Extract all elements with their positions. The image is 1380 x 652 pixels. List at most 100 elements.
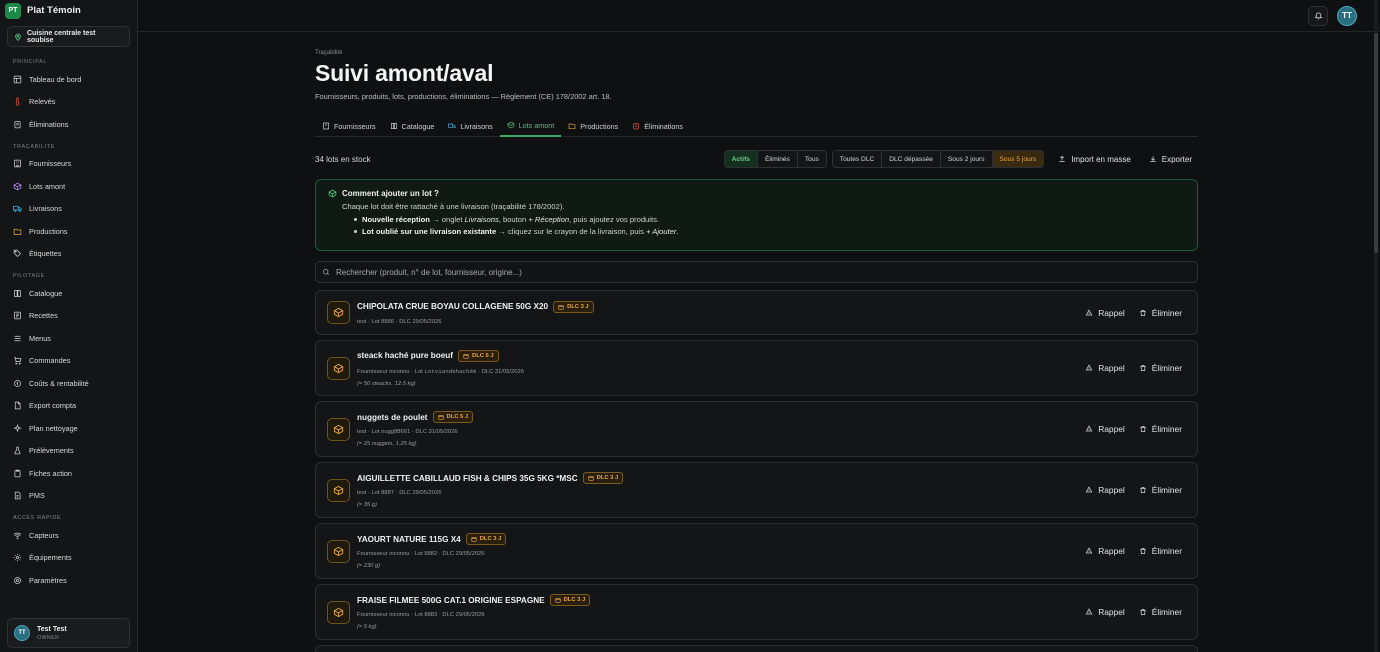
lot-name: FRAISE FILMEE 500G CAT.1 ORIGINE ESPAGNE: [357, 595, 545, 605]
lot-meta: Fournisseur inconnu · Lot 8883 · DLC 29/…: [357, 612, 485, 618]
lot-card[interactable]: FRAISE FILMEE 500G CAT.1 ORIGINE ESPAGNE…: [315, 584, 1198, 640]
filter-toutes-dlc[interactable]: Toutes DLC: [832, 151, 883, 167]
sidebar-item-prelevements[interactable]: Prélèvements: [0, 440, 137, 463]
sidebar-item-fiches-action[interactable]: Fiches action: [0, 462, 137, 485]
discard-button[interactable]: Éliminer: [1136, 546, 1185, 556]
calendar-icon: [555, 597, 561, 603]
sidebar-item-livraisons[interactable]: Livraisons: [0, 198, 137, 221]
recall-button[interactable]: Rappel: [1082, 485, 1128, 495]
scrollbar-thumb[interactable]: [1374, 33, 1378, 253]
tab-eliminations[interactable]: Éliminations: [625, 115, 690, 137]
lot-card[interactable]: YAOURT NATURE 115G X4 DLC 3 J Fournisseu…: [315, 523, 1198, 579]
discard-button[interactable]: Éliminer: [1136, 308, 1185, 318]
sidebar-item-eliminations[interactable]: Éliminations: [0, 113, 137, 136]
filter-tous[interactable]: Tous: [797, 151, 826, 167]
recall-button[interactable]: Rappel: [1082, 546, 1128, 556]
sidebar-item-catalogue[interactable]: Catalogue: [0, 282, 137, 305]
dlc-badge: DLC 3 J: [465, 533, 507, 545]
lot-card[interactable]: steack haché pure boeuf DLC 5 J Fourniss…: [315, 340, 1198, 396]
recall-button[interactable]: Rappel: [1082, 424, 1128, 434]
package-icon: [327, 539, 350, 563]
sidebar-item-label: Équipements: [29, 553, 72, 563]
sidebar-item-dashboard[interactable]: Tableau de bord: [0, 68, 137, 91]
sidebar-item-couts[interactable]: Coûts & rentabilité: [0, 372, 137, 395]
lot-card[interactable]: nuggets de poulet DLC 5 J test · Lot nug…: [315, 401, 1198, 457]
sidebar-item-fournisseurs[interactable]: Fournisseurs: [0, 153, 137, 176]
download-icon: [1150, 156, 1156, 163]
sidebar-item-label: PMS: [29, 491, 45, 501]
sidebar-item-capteurs[interactable]: Capteurs: [0, 524, 137, 547]
filter-sous-5-jours[interactable]: Sous 5 jours: [992, 151, 1044, 167]
filter-elimines[interactable]: Éliminés: [757, 151, 798, 167]
gear-icon: [13, 554, 22, 562]
lot-card[interactable]: AIGUILLETTE CABILLAUD FISH & CHIPS 35G 5…: [315, 462, 1198, 518]
lot-list: CHIPOLATA CRUE BOYAU COLLAGENE 50G X20 D…: [315, 290, 1198, 652]
sidebar-item-recettes[interactable]: Recettes: [0, 305, 137, 328]
filter-actifs[interactable]: Actifs: [724, 151, 758, 167]
sidebar-item-label: Tableau de bord: [29, 74, 82, 84]
trash-icon: [1140, 364, 1146, 372]
sidebar-item-commandes[interactable]: Commandes: [0, 350, 137, 373]
tag-icon: [13, 250, 22, 258]
import-button[interactable]: Import en masse: [1052, 155, 1137, 164]
site-name: Cuisine centrale test soubise: [27, 29, 96, 44]
sidebar-item-label: Plan nettoyage: [29, 423, 78, 433]
calendar-icon: [463, 353, 469, 359]
tab-fournisseurs[interactable]: Fournisseurs: [315, 115, 383, 137]
sidebar-item-export-compta[interactable]: Export compta: [0, 395, 137, 418]
sidebar-item-releves[interactable]: Relevés: [0, 91, 137, 114]
discard-button[interactable]: Éliminer: [1136, 607, 1185, 617]
sidebar-item-label: Coûts & rentabilité: [29, 378, 89, 388]
list-icon: [14, 312, 21, 320]
filter-sous-2-jours[interactable]: Sous 2 jours: [940, 151, 993, 167]
sidebar-item-pms[interactable]: PMS: [0, 485, 137, 508]
lot-name: AIGUILLETTE CABILLAUD FISH & CHIPS 35G 5…: [357, 473, 578, 483]
tab-livraisons[interactable]: Livraisons: [441, 115, 499, 137]
user-avatar-button[interactable]: TT: [1337, 5, 1357, 26]
lot-meta: Fournisseur inconnu · Lot Lotviandehaché…: [357, 367, 524, 375]
lot-card-partial[interactable]: [315, 645, 1198, 652]
page-subtitle: Fournisseurs, produits, lots, production…: [315, 92, 612, 101]
status-filter: Actifs Éliminés Tous: [723, 150, 827, 168]
recall-button[interactable]: Rappel: [1082, 308, 1128, 318]
search-input[interactable]: [336, 267, 1136, 277]
tab-lots-amont[interactable]: Lots amont: [499, 115, 562, 137]
sidebar-item-etiquettes[interactable]: Étiquettes: [0, 243, 137, 266]
dlc-badge: DLC 5 J: [432, 411, 474, 423]
scrollbar[interactable]: [1374, 0, 1378, 652]
tab-productions[interactable]: Productions: [561, 115, 625, 137]
sidebar-item-productions[interactable]: Productions: [0, 220, 137, 243]
filter-dlc-depassee[interactable]: DLC dépassée: [882, 151, 941, 167]
lot-meta: test · Lot 8887 · DLC 29/05/2026: [357, 490, 442, 496]
recall-icon: [1085, 364, 1093, 371]
discard-button[interactable]: Éliminer: [1136, 485, 1185, 495]
site-selector[interactable]: Cuisine centrale test soubise: [7, 26, 130, 47]
lot-quantity: (≈ 230 g): [357, 563, 381, 569]
sidebar-item-equipements[interactable]: Équipements: [0, 547, 137, 570]
recall-button[interactable]: Rappel: [1082, 363, 1128, 373]
sidebar-item-plan-nettoyage[interactable]: Plan nettoyage: [0, 417, 137, 440]
notifications-button[interactable]: [1308, 5, 1328, 26]
discard-button[interactable]: Éliminer: [1136, 424, 1185, 434]
discard-button[interactable]: Éliminer: [1136, 363, 1185, 373]
thermometer-icon: [15, 97, 20, 106]
truck-icon: [13, 206, 22, 213]
recall-icon: [1085, 608, 1093, 615]
lot-card[interactable]: CHIPOLATA CRUE BOYAU COLLAGENE 50G X20 D…: [315, 290, 1198, 335]
user-card[interactable]: TT Test Test OWNER: [7, 618, 130, 648]
calendar-icon: [558, 304, 564, 310]
sidebar-item-menus[interactable]: Menus: [0, 327, 137, 350]
export-button[interactable]: Exporter: [1143, 155, 1198, 164]
recall-icon: [1085, 425, 1093, 432]
lot-meta: test · Lot nugg88661 · DLC 31/05/2026: [357, 429, 458, 435]
search-bar: [315, 261, 1198, 283]
sparkle-icon: [13, 423, 22, 433]
brand[interactable]: PT Plat Témoin: [0, 0, 137, 19]
recall-button[interactable]: Rappel: [1082, 607, 1128, 617]
sidebar-item-parametres[interactable]: Paramètres: [0, 569, 137, 592]
sidebar-item-lots-amont[interactable]: Lots amont: [0, 175, 137, 198]
package-icon: [327, 417, 350, 441]
sidebar-item-label: Étiquettes: [29, 249, 62, 259]
document-icon: [14, 492, 21, 500]
tab-catalogue[interactable]: Catalogue: [383, 115, 442, 137]
